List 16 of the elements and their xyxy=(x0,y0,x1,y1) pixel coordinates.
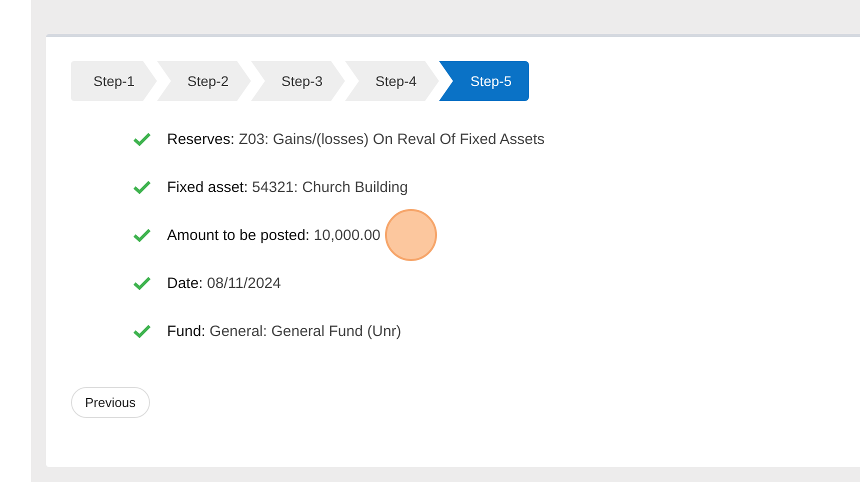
step-tab[interactable]: Step-4 xyxy=(345,61,439,101)
previous-button[interactable]: Previous xyxy=(71,387,150,418)
summary-text: Date: 08/11/2024 xyxy=(167,274,281,292)
checkmark-icon xyxy=(133,132,151,146)
step-tab[interactable]: Step-5 xyxy=(439,61,529,101)
summary-text: Fixed asset: 54321: Church Building xyxy=(167,178,408,196)
checkmark-icon xyxy=(133,324,151,338)
checkmark-icon xyxy=(133,180,151,194)
summary-text: Fund: General: General Fund (Unr) xyxy=(167,322,402,340)
step-tab[interactable]: Step-3 xyxy=(251,61,345,101)
summary-text: Reserves: Z03: Gains/(losses) On Reval Of Fixed Assets xyxy=(167,130,545,148)
checkmark-icon xyxy=(133,228,151,242)
step-tab[interactable]: Step-1 xyxy=(71,61,157,101)
summary-text: Amount to be posted: 10,000.00 xyxy=(167,226,381,244)
checkmark-icon xyxy=(133,276,151,290)
step-tab[interactable]: Step-2 xyxy=(157,61,251,101)
